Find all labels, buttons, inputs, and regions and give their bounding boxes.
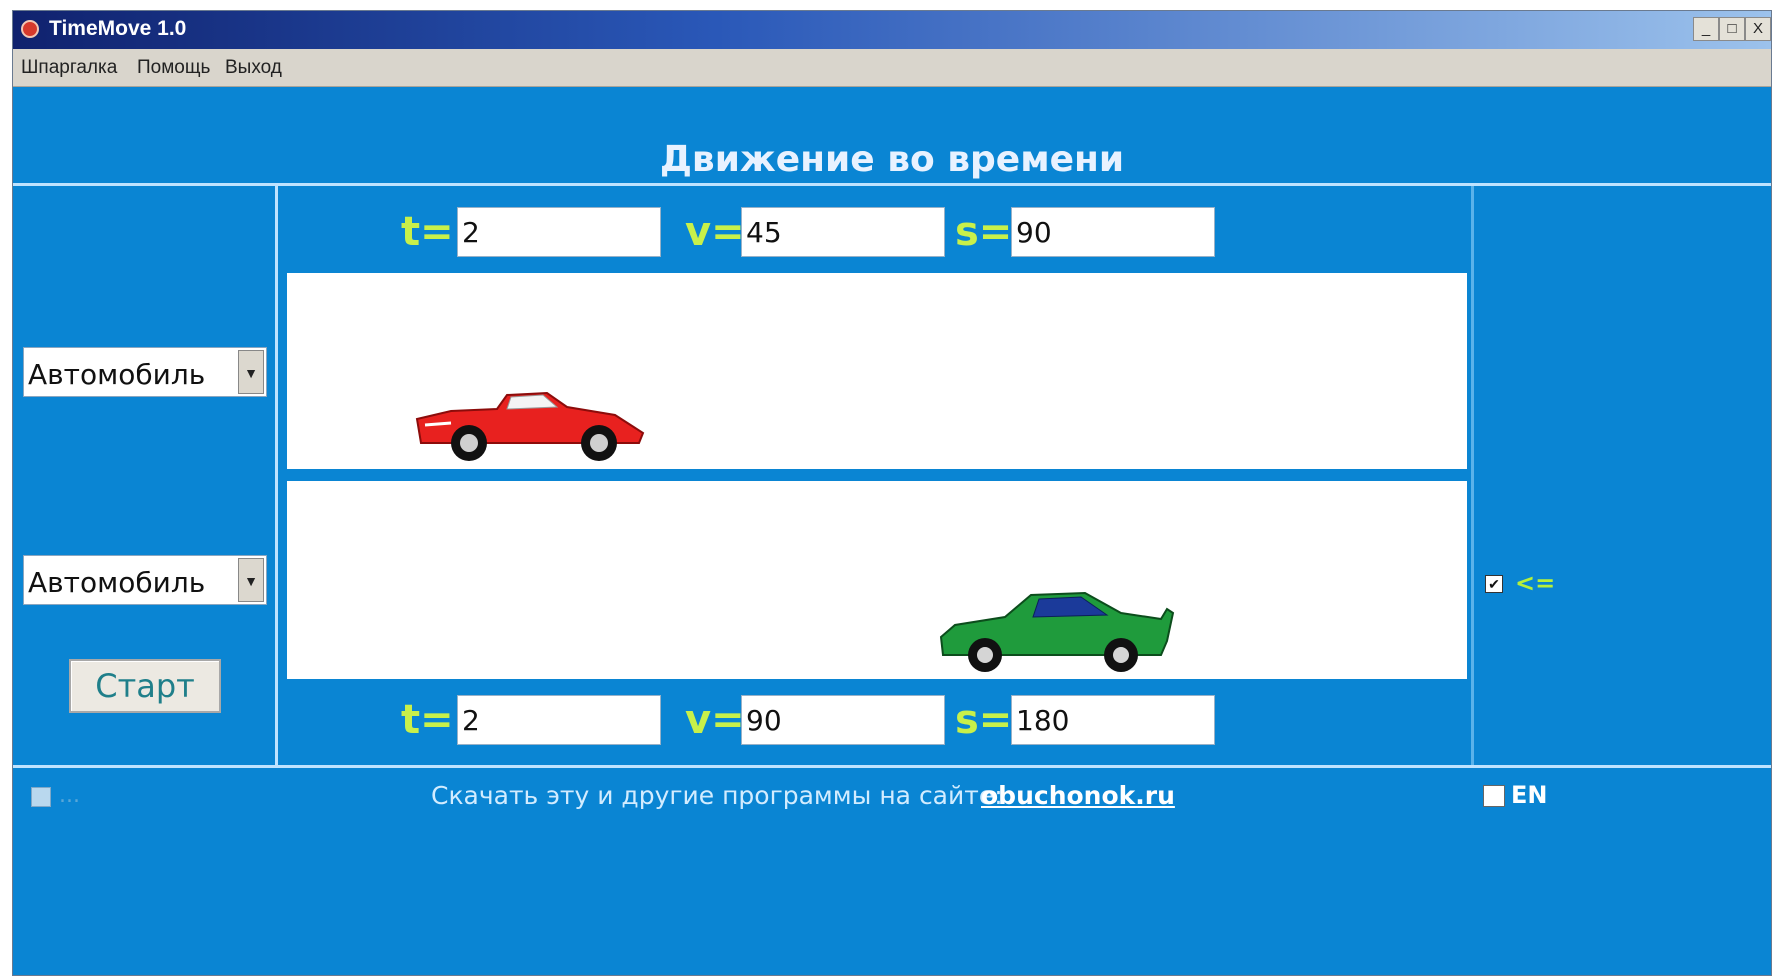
v-field-top[interactable]: 45 bbox=[741, 207, 945, 257]
title-bar[interactable]: TimeMove 1.0 _ □ X bbox=[13, 11, 1771, 49]
chevron-down-icon[interactable]: ▼ bbox=[238, 558, 264, 602]
footer-checkbox-left-label: ... bbox=[59, 783, 80, 808]
vehicle-select-1-value: Автомобиль bbox=[28, 358, 206, 391]
start-button[interactable]: Старт bbox=[69, 659, 221, 713]
app-icon bbox=[21, 20, 39, 38]
direction-checkbox[interactable]: ✔ bbox=[1485, 575, 1503, 593]
header-band: Движение во времени bbox=[13, 87, 1771, 187]
red-car-icon bbox=[415, 391, 645, 461]
v-label-top: v= bbox=[685, 209, 745, 255]
track-2 bbox=[287, 481, 1467, 679]
track-1 bbox=[287, 273, 1467, 469]
maximize-button[interactable]: □ bbox=[1719, 17, 1745, 41]
s-label-bottom: s= bbox=[955, 697, 1013, 743]
t-label-bottom: t= bbox=[401, 697, 454, 743]
v-field-bottom[interactable]: 90 bbox=[741, 695, 945, 745]
site-link[interactable]: obuchonok.ru bbox=[981, 781, 1175, 810]
language-checkbox[interactable] bbox=[1483, 785, 1505, 807]
minimize-button[interactable]: _ bbox=[1693, 17, 1719, 41]
window-title: TimeMove 1.0 bbox=[49, 17, 187, 40]
s-field-top[interactable]: 90 bbox=[1011, 207, 1215, 257]
menu-item-cheatsheet[interactable]: Шпаргалка bbox=[21, 57, 117, 79]
t-field-bottom[interactable]: 2 bbox=[457, 695, 661, 745]
menu-item-exit[interactable]: Выход bbox=[225, 57, 282, 79]
menu-item-help[interactable]: Помощь bbox=[137, 57, 210, 79]
t-field-top[interactable]: 2 bbox=[457, 207, 661, 257]
footer-divider bbox=[13, 765, 1771, 768]
t-label-top: t= bbox=[401, 209, 454, 255]
page-title: Движение во времени bbox=[659, 139, 1125, 180]
right-panel-divider bbox=[1471, 186, 1474, 765]
footer-checkbox-left[interactable] bbox=[31, 787, 51, 807]
footer-text: Скачать эту и другие программы на сайте: bbox=[431, 781, 1003, 810]
menu-bar: Шпаргалка Помощь Выход bbox=[13, 49, 1771, 87]
left-panel-divider bbox=[275, 186, 278, 765]
chevron-down-icon[interactable]: ▼ bbox=[238, 350, 264, 394]
v-label-bottom: v= bbox=[685, 697, 745, 743]
app-window: TimeMove 1.0 _ □ X Шпаргалка Помощь Выхо… bbox=[12, 10, 1772, 976]
vehicle-select-2-value: Автомобиль bbox=[28, 566, 206, 599]
green-car-icon bbox=[939, 591, 1175, 672]
s-label-top: s= bbox=[955, 209, 1013, 255]
vehicle-select-2[interactable]: Автомобиль ▼ bbox=[23, 555, 267, 605]
direction-label: <= bbox=[1515, 569, 1556, 597]
vehicle-select-1[interactable]: Автомобиль ▼ bbox=[23, 347, 267, 397]
close-button[interactable]: X bbox=[1745, 17, 1771, 41]
language-label: EN bbox=[1511, 781, 1548, 809]
s-field-bottom[interactable]: 180 bbox=[1011, 695, 1215, 745]
